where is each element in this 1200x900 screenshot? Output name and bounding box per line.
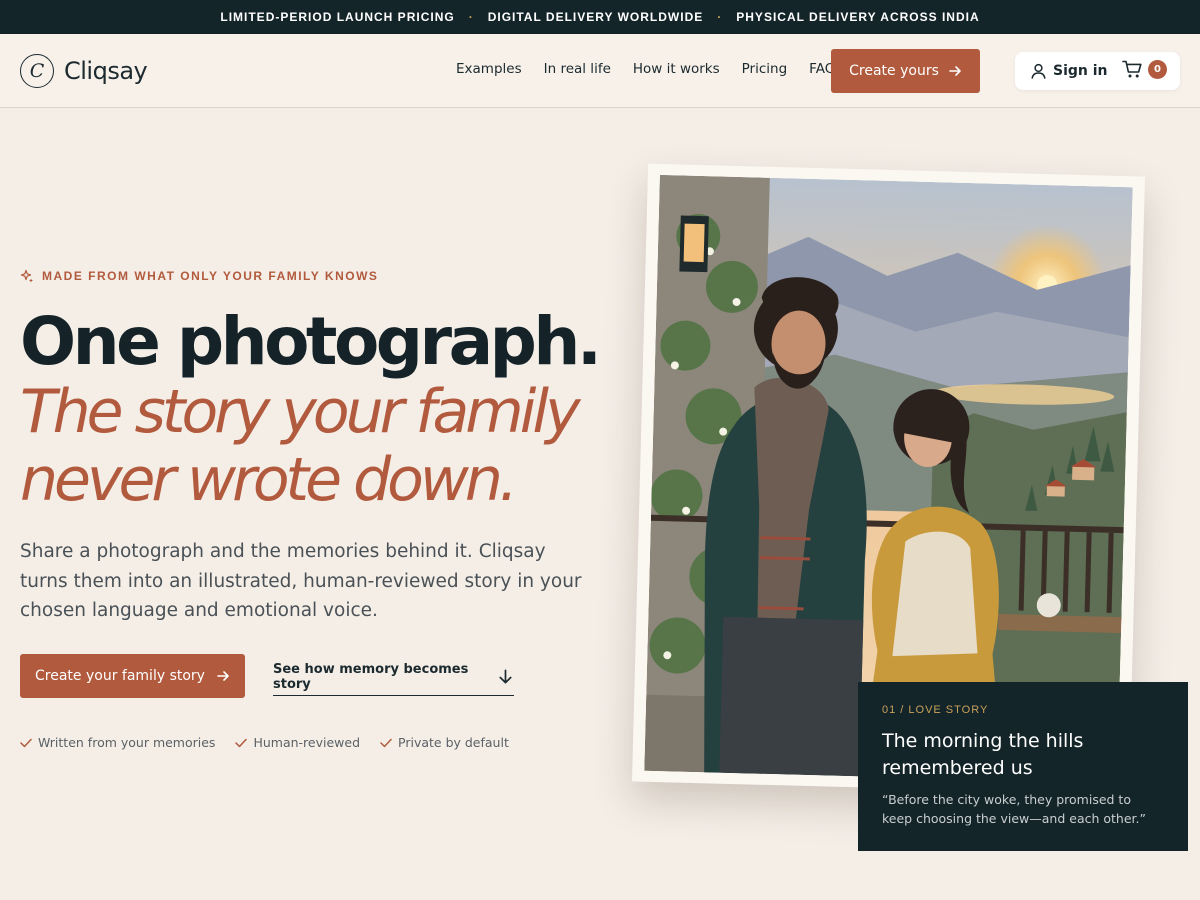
hero-headline-accent: The story your family never wrote down. bbox=[20, 377, 581, 515]
account-panel: Sign in 0 bbox=[1015, 52, 1180, 90]
sparkle-icon bbox=[20, 269, 33, 283]
nav-how-it-works[interactable]: How it works bbox=[633, 61, 720, 77]
logo[interactable]: C Cliqsay bbox=[20, 54, 148, 88]
trust-check-item: Written from your memories bbox=[20, 735, 215, 750]
create-yours-label: Create yours bbox=[849, 63, 939, 79]
hero-eyebrow: MADE FROM WHAT ONLY YOUR FAMILY KNOWS bbox=[20, 269, 378, 283]
see-how-link[interactable]: See how memory becomes story bbox=[273, 658, 514, 696]
trust-check-item: Private by default bbox=[380, 735, 509, 750]
nav-pricing[interactable]: Pricing bbox=[742, 61, 788, 77]
trust-checks: Written from your memories Human-reviewe… bbox=[20, 735, 509, 750]
see-how-label: See how memory becomes story bbox=[273, 661, 469, 692]
arrow-right-icon bbox=[217, 671, 229, 681]
trust-check-label: Written from your memories bbox=[38, 735, 216, 750]
cart-count-badge: 0 bbox=[1148, 60, 1167, 79]
check-icon bbox=[235, 738, 248, 747]
announcement-item: DIGITAL DELIVERY WORLDWIDE bbox=[487, 10, 704, 24]
story-card: 01 / LOVE STORY The morning the hills re… bbox=[858, 682, 1188, 851]
arrow-down-icon bbox=[499, 669, 512, 684]
sign-in-label: Sign in bbox=[1053, 63, 1108, 79]
story-quote: “Before the city woke, they promised to … bbox=[882, 792, 1146, 826]
create-family-story-label: Create your family story bbox=[35, 668, 205, 684]
cart-icon bbox=[1122, 60, 1142, 78]
trust-check-label: Human-reviewed bbox=[253, 735, 361, 750]
brand-name: Cliqsay bbox=[64, 57, 148, 85]
story-title: The morning the hills remembered us bbox=[882, 730, 1084, 779]
hero-lead: Share a photograph and the memories behi… bbox=[20, 541, 582, 621]
nav-in-real-life[interactable]: In real life bbox=[544, 61, 611, 77]
announcement-item: PHYSICAL DELIVERY ACROSS INDIA bbox=[736, 10, 980, 24]
story-tag: 01 / LOVE STORY bbox=[882, 704, 989, 716]
announcement-bar: LIMITED-PERIOD LAUNCH PRICING · DIGITAL … bbox=[0, 0, 1200, 34]
site-header: C Cliqsay Examples In real life How it w… bbox=[0, 34, 1200, 108]
create-family-story-button[interactable]: Create your family story bbox=[20, 654, 245, 698]
announcement-item: LIMITED-PERIOD LAUNCH PRICING bbox=[220, 10, 455, 24]
check-icon bbox=[380, 738, 392, 747]
trust-check-item: Human-reviewed bbox=[235, 735, 360, 750]
arrow-right-icon bbox=[949, 66, 961, 76]
check-icon bbox=[20, 738, 32, 747]
nav-examples[interactable]: Examples bbox=[456, 61, 522, 77]
user-icon bbox=[1031, 63, 1046, 79]
announcement-separator: · bbox=[468, 10, 474, 24]
announcement-separator: · bbox=[717, 10, 723, 24]
hero-headline: One photograph. bbox=[20, 303, 602, 380]
main-nav: Examples In real life How it works Prici… bbox=[456, 61, 835, 77]
sign-in-button[interactable]: Sign in bbox=[1031, 63, 1108, 79]
eyebrow-text: MADE FROM WHAT ONLY YOUR FAMILY KNOWS bbox=[42, 269, 379, 283]
trust-check-label: Private by default bbox=[398, 735, 509, 750]
cart-button[interactable]: 0 bbox=[1122, 60, 1167, 79]
create-yours-button[interactable]: Create yours bbox=[831, 49, 980, 93]
logo-mark: C bbox=[20, 54, 54, 88]
